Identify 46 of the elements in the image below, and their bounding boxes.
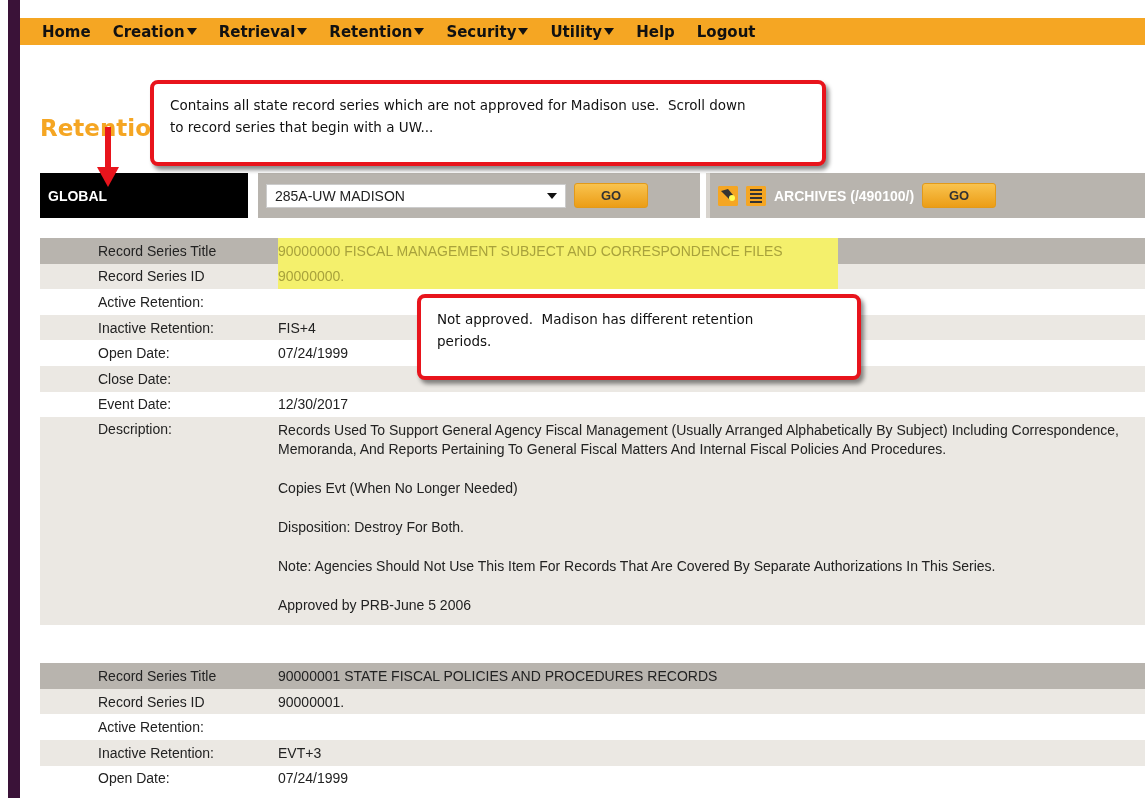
nav-menu-item[interactable]: Help (636, 22, 675, 41)
description-text: Approved by PRB-June 5 2006 (278, 596, 472, 616)
nav-menu-item[interactable]: Creation (112, 22, 197, 41)
field-label: Record Series Title (97, 667, 218, 684)
field-value: 07/24/1999 (278, 770, 349, 787)
description-text: Copies Evt (When No Longer Needed) (278, 479, 519, 499)
go-button[interactable]: GO (922, 183, 997, 208)
field-value: 07/24/1999 (278, 345, 349, 362)
field-value: 90000001 STATE FISCAL POLICIES AND PROCEDURES RECORDS (278, 667, 718, 684)
field-value: 12/30/2017 (278, 396, 349, 413)
nav-menu-item[interactable]: Utility (550, 22, 615, 41)
field-label: Inactive Retention: (97, 319, 215, 336)
nav-menu-item[interactable]: Home (42, 22, 91, 41)
page-heading: Retentio (40, 115, 151, 143)
scope-label: GLOBAL (40, 173, 248, 218)
nav-menu-item[interactable]: Logout (696, 22, 756, 41)
callout-note: Contains all state record series which are not approved for Madison use. Scroll down to record series that begin with a UW... (150, 80, 826, 166)
field-label: Open Date: (97, 345, 171, 362)
field-label: Event Date: (97, 396, 173, 413)
description-text: Note: Agencies Should Not Use This Item For Records That Are Covered By Separate Authorizations In This Series. (278, 557, 997, 577)
field-label: Record Series ID (97, 268, 206, 285)
nav-menu-item[interactable]: Retention (329, 22, 425, 41)
field-label: Active Retention: (97, 719, 205, 736)
flashlight-icon[interactable] (718, 185, 738, 206)
nav-menu-item[interactable]: Retrieval (218, 22, 308, 41)
field-label: Inactive Retention: (97, 744, 215, 761)
description-text: Records Used To Support General Agency Fiscal Management (Usually Arranged Alphabetically By Subject) Including Correspondence, Memoranda, And Reports Pertaining To General Fiscal Matters And Internal Fiscal Policies And Procedures. (278, 421, 1120, 460)
callout-note: Not approved. Madison has different retention periods. (417, 294, 861, 380)
caret-icon (547, 192, 557, 199)
field-label: Record Series ID (97, 693, 206, 710)
field-value: FIS+4 (278, 319, 316, 336)
archives-label: ARCHIVES (/490100/) (774, 187, 915, 204)
nav-menu-item[interactable]: Security (446, 22, 529, 41)
field-label: Record Series Title (97, 242, 218, 259)
highlighted-value: 90000000 FISCAL MANAGEMENT SUBJECT AND CORRESPONDENCE FILES (278, 238, 838, 264)
highlighted-value: 90000000. (278, 263, 838, 290)
field-label: Open Date: (97, 770, 171, 787)
field-value: EVT+3 (278, 744, 322, 761)
go-button[interactable]: GO (574, 183, 648, 208)
field-label: Description: (97, 421, 173, 438)
agency-dropdown[interactable]: 285A-UW MADISON (266, 183, 566, 208)
field-label: Active Retention: (97, 294, 205, 310)
field-label: Close Date: (97, 370, 173, 387)
description-text: Disposition: Destroy For Both. (278, 518, 465, 538)
field-value: 90000001. (278, 693, 345, 710)
list-icon[interactable] (746, 185, 766, 206)
